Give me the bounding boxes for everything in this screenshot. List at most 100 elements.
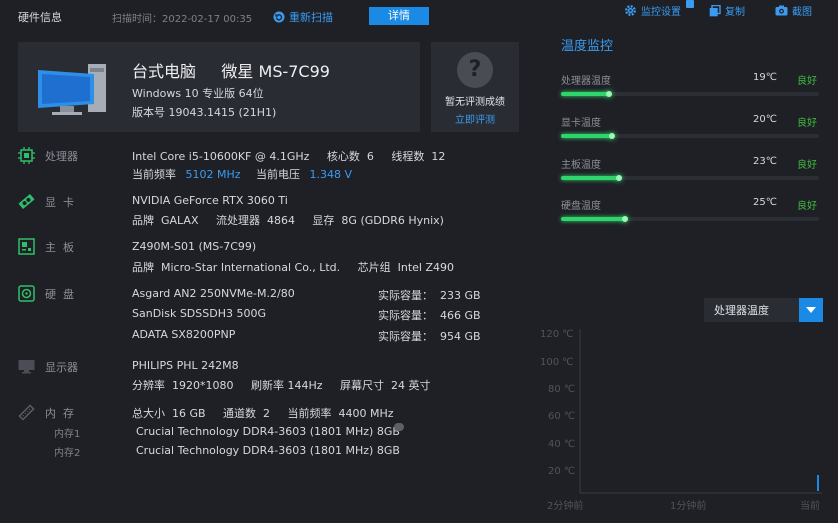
x-tick: 1分钟前 — [670, 501, 707, 512]
temperature-value: 23℃ — [753, 156, 777, 167]
cpu-status: 当前频率 5102 MHz 当前电压 1.348 V — [132, 166, 352, 182]
x-tick: 当前 — [800, 501, 820, 512]
memory-slot-1-label: 内存1 — [54, 429, 81, 440]
rescan-button[interactable]: 重新扫描 — [273, 9, 333, 25]
computer-model: 台式电脑 微星 MS-7C99 — [132, 62, 330, 81]
temperature-bar — [561, 133, 819, 139]
scan-time: 扫描时间：2022-02-17 00:35 — [112, 14, 253, 25]
temperature-bar-knob — [606, 91, 612, 97]
gpu-label-text: 显 卡 — [45, 195, 74, 209]
gpu-model: NVIDIA GeForce RTX 3060 Ti — [132, 194, 288, 207]
temperature-row: 处理器温度 19℃ 良好 — [561, 72, 819, 102]
disk-2-name: SanDisk SDSSDH3 500G — [132, 307, 266, 320]
screenshot-button[interactable]: 截图 — [775, 3, 812, 18]
hard-disk-icon — [18, 285, 35, 302]
temperature-name: 处理器温度 — [561, 76, 611, 87]
screenshot-label: 截图 — [792, 7, 812, 18]
temperature-bar-fill — [561, 134, 613, 138]
system-summary-card: 台式电脑 微星 MS-7C99 Windows 10 专业版 64位 版本号 1… — [18, 42, 420, 132]
os-info: Windows 10 专业版 64位 — [132, 87, 264, 100]
motherboard-details: 品牌 Micro-Star International Co., Ltd. 芯片… — [132, 261, 455, 274]
cpu-voltage: 1.348 V — [309, 168, 353, 181]
memory-slot-2: Crucial Technology DDR4-3603 (1801 MHz) … — [136, 444, 400, 457]
cpu-volt-label: 当前电压 — [256, 168, 301, 181]
y-tick: 60 ℃ — [548, 411, 576, 422]
question-icon: ? — [457, 52, 493, 88]
y-tick: 80 ℃ — [548, 384, 576, 395]
motherboard-label: 主 板 — [18, 238, 74, 255]
disk-1-capacity: 实际容量： 233 GB — [378, 289, 481, 302]
temperature-bar — [561, 91, 819, 97]
disk-label-text: 硬 盘 — [45, 287, 74, 301]
info-icon[interactable] — [394, 423, 404, 431]
temperature-monitor-title: 温度监控 — [561, 39, 614, 54]
temperature-bar-fill — [561, 92, 610, 96]
disk-3-name: ADATA SX8200PNP — [132, 328, 236, 341]
refresh-icon — [273, 11, 285, 23]
temperature-name: 硬盘温度 — [561, 201, 601, 212]
y-tick: 20 ℃ — [548, 466, 576, 477]
display-label: 显示器 — [18, 358, 78, 375]
temperature-row: 硬盘温度 25℃ 良好 — [561, 197, 819, 227]
temperature-state: 良好 — [797, 160, 817, 171]
temperature-state: 良好 — [797, 76, 817, 87]
copy-icon — [709, 4, 721, 16]
chevron-down-icon — [799, 298, 823, 322]
memory-summary: 总大小 16 GB 通道数 2 当前频率 4400 MHz — [132, 407, 394, 420]
camera-icon — [775, 5, 788, 16]
detail-button[interactable]: 详情 — [369, 7, 429, 25]
gear-icon — [625, 5, 636, 16]
graph-frame — [579, 329, 822, 494]
cpu-freq-label: 当前频率 — [132, 168, 176, 181]
copy-button[interactable]: 复制 — [709, 3, 745, 18]
os-version: 版本号 19043.1415 (21H1) — [132, 106, 277, 119]
temperature-state: 良好 — [797, 201, 817, 212]
temperature-row: 主板温度 23℃ 良好 — [561, 156, 819, 186]
cpu-label: 处理器 — [18, 147, 78, 164]
temperature-bar-knob — [622, 216, 628, 222]
temperature-bar-knob — [616, 175, 622, 181]
temperature-value: 25℃ — [753, 197, 777, 208]
disk-1-name: Asgard AN2 250NVMe-M.2/80 — [132, 287, 295, 300]
temperature-name: 主板温度 — [561, 160, 601, 171]
graphics-card-icon — [18, 193, 35, 210]
rescan-label: 重新扫描 — [289, 11, 333, 24]
desktop-computer-icon — [38, 64, 106, 115]
page-title: 硬件信息 — [18, 11, 62, 24]
motherboard-icon — [18, 238, 35, 255]
cpu-icon — [18, 147, 35, 164]
y-tick: 100 ℃ — [540, 357, 574, 368]
y-tick: 40 ℃ — [548, 439, 576, 450]
memory-slot-1: Crucial Technology DDR4-3603 (1801 MHz) … — [136, 425, 400, 438]
memory-label-text: 内 存 — [45, 406, 74, 420]
y-tick: 120 ℃ — [540, 329, 574, 340]
monitor-icon — [18, 358, 35, 375]
temperature-bar-knob — [609, 133, 615, 139]
sensor-select[interactable]: 处理器温度 — [704, 298, 823, 322]
motherboard-model: Z490M-S01 (MS-7C99) — [132, 240, 257, 253]
temperature-value: 19℃ — [753, 72, 777, 83]
top-bar: 硬件信息 扫描时间：2022-02-17 00:35 重新扫描 详情 监控设置 … — [0, 0, 838, 32]
temperature-row: 显卡温度 20℃ 良好 — [561, 114, 819, 144]
copy-label: 复制 — [725, 7, 745, 18]
display-label-text: 显示器 — [45, 360, 78, 374]
temperature-bar-fill — [561, 176, 620, 180]
benchmark-card: ? 暂无评测成绩 立即评测 — [431, 42, 519, 132]
disk-3-capacity: 实际容量： 954 GB — [378, 330, 481, 343]
temperature-bar — [561, 216, 819, 222]
temperature-state: 良好 — [797, 118, 817, 129]
disk-2-capacity: 实际容量： 466 GB — [378, 309, 481, 322]
display-model: PHILIPS PHL 242M8 — [132, 359, 239, 372]
temperature-bar — [561, 175, 819, 181]
run-benchmark-link[interactable]: 立即评测 — [431, 111, 519, 126]
memory-icon — [18, 404, 35, 421]
x-tick: 2分钟前 — [547, 501, 584, 512]
monitor-settings-button[interactable]: 监控设置 — [624, 0, 694, 18]
cpu-label-text: 处理器 — [45, 149, 78, 163]
temperature-name: 显卡温度 — [561, 118, 601, 129]
sensor-select-value: 处理器温度 — [714, 304, 769, 317]
motherboard-label-text: 主 板 — [45, 240, 74, 254]
temperature-graph: 120 ℃ 100 ℃ 80 ℃ 60 ℃ 40 ℃ 20 ℃ 2分钟前 1分钟… — [536, 325, 826, 515]
new-badge — [686, 0, 694, 8]
memory-label: 内 存 — [18, 404, 74, 421]
